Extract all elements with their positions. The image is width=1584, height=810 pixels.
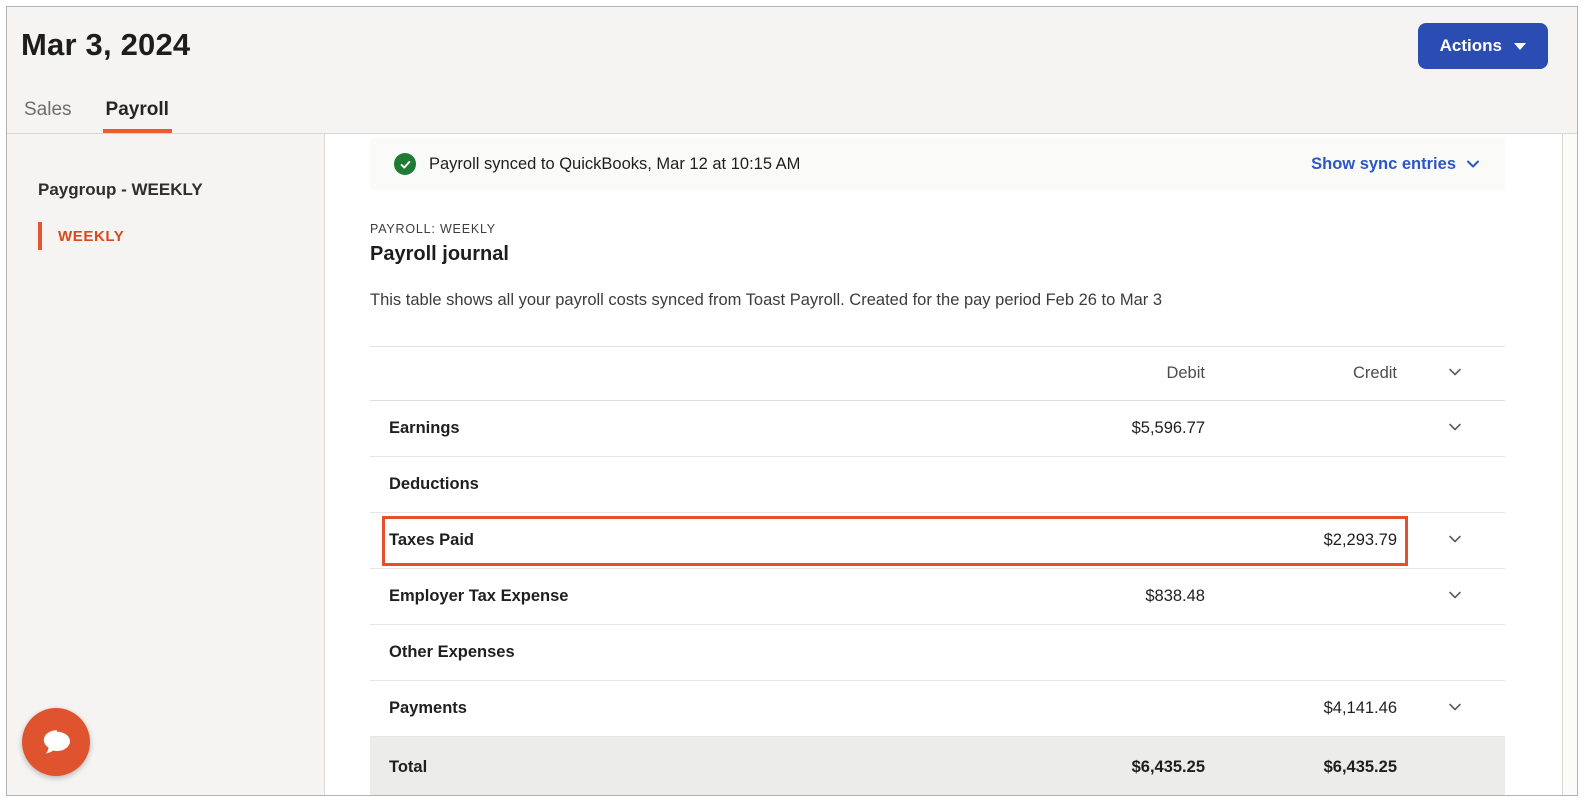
actions-button[interactable]: Actions: [1418, 23, 1548, 69]
main-content: Payroll synced to QuickBooks, Mar 12 at …: [325, 134, 1577, 796]
expand-row-chevron-button[interactable]: [1443, 585, 1467, 605]
journal-row-other-expenses: Other Expenses: [370, 625, 1505, 681]
tab-payroll[interactable]: Payroll: [103, 99, 172, 133]
expand-row-chevron-button[interactable]: [1443, 417, 1467, 437]
chat-bubble-icon: [38, 724, 74, 760]
sidebar-item-label: WEEKLY: [58, 228, 124, 245]
tab-payroll-label: Payroll: [106, 99, 169, 120]
chat-widget-button[interactable]: [22, 708, 90, 776]
active-indicator-bar: [38, 222, 42, 250]
sidebar-item-weekly[interactable]: WEEKLY: [38, 222, 324, 250]
journal-row-deductions: Deductions: [370, 457, 1505, 513]
journal-description: This table shows all your payroll costs …: [370, 291, 1505, 310]
payroll-journal-table: Debit Credit Earnings $5,596.77: [370, 346, 1505, 796]
success-check-icon: [394, 153, 416, 175]
page-title: Mar 3, 2024: [21, 27, 190, 63]
sync-banner: Payroll synced to QuickBooks, Mar 12 at …: [370, 138, 1505, 190]
chevron-down-icon: [1447, 419, 1463, 435]
sync-status-text: Payroll synced to QuickBooks, Mar 12 at …: [429, 155, 1311, 174]
actions-button-label: Actions: [1440, 36, 1502, 56]
chevron-down-icon: [1447, 531, 1463, 547]
tab-sales-label: Sales: [24, 99, 72, 120]
paygroup-label: Paygroup - WEEKLY: [38, 180, 324, 200]
journal-heading: Payroll journal: [370, 243, 1505, 266]
chevron-down-icon: [1465, 156, 1481, 172]
table-header-row: Debit Credit: [370, 347, 1505, 401]
tab-bar: Sales Payroll: [21, 99, 172, 133]
page-header: Mar 3, 2024 Actions Sales Payroll: [7, 7, 1577, 134]
journal-row-earnings: Earnings $5,596.77: [370, 401, 1505, 457]
chevron-down-icon: [1447, 699, 1463, 715]
credit-column-header: Credit: [1213, 364, 1405, 383]
show-sync-entries-label: Show sync entries: [1311, 155, 1456, 174]
sidebar: Paygroup - WEEKLY WEEKLY: [7, 134, 325, 796]
expand-all-chevron-button[interactable]: [1443, 362, 1467, 382]
chevron-down-icon: [1447, 364, 1463, 380]
journal-row-employer-tax-expense: Employer Tax Expense $838.48: [370, 569, 1505, 625]
journal-row-payments: Payments $4,141.46: [370, 681, 1505, 737]
show-sync-entries-link[interactable]: Show sync entries: [1311, 155, 1481, 174]
section-eyebrow: PAYROLL: WEEKLY: [370, 222, 1505, 236]
scrollbar[interactable]: [1562, 134, 1577, 796]
expand-row-chevron-button[interactable]: [1443, 529, 1467, 549]
journal-row-total: Total $6,435.25 $6,435.25: [370, 737, 1505, 796]
app-window: Mar 3, 2024 Actions Sales Payroll Paygro…: [6, 6, 1578, 796]
debit-column-header: Debit: [1013, 364, 1213, 383]
journal-row-taxes-paid: Taxes Paid $2,293.79: [370, 513, 1505, 569]
tab-sales[interactable]: Sales: [21, 99, 75, 133]
expand-row-chevron-button[interactable]: [1443, 697, 1467, 717]
caret-down-icon: [1514, 43, 1526, 50]
chevron-down-icon: [1447, 587, 1463, 603]
